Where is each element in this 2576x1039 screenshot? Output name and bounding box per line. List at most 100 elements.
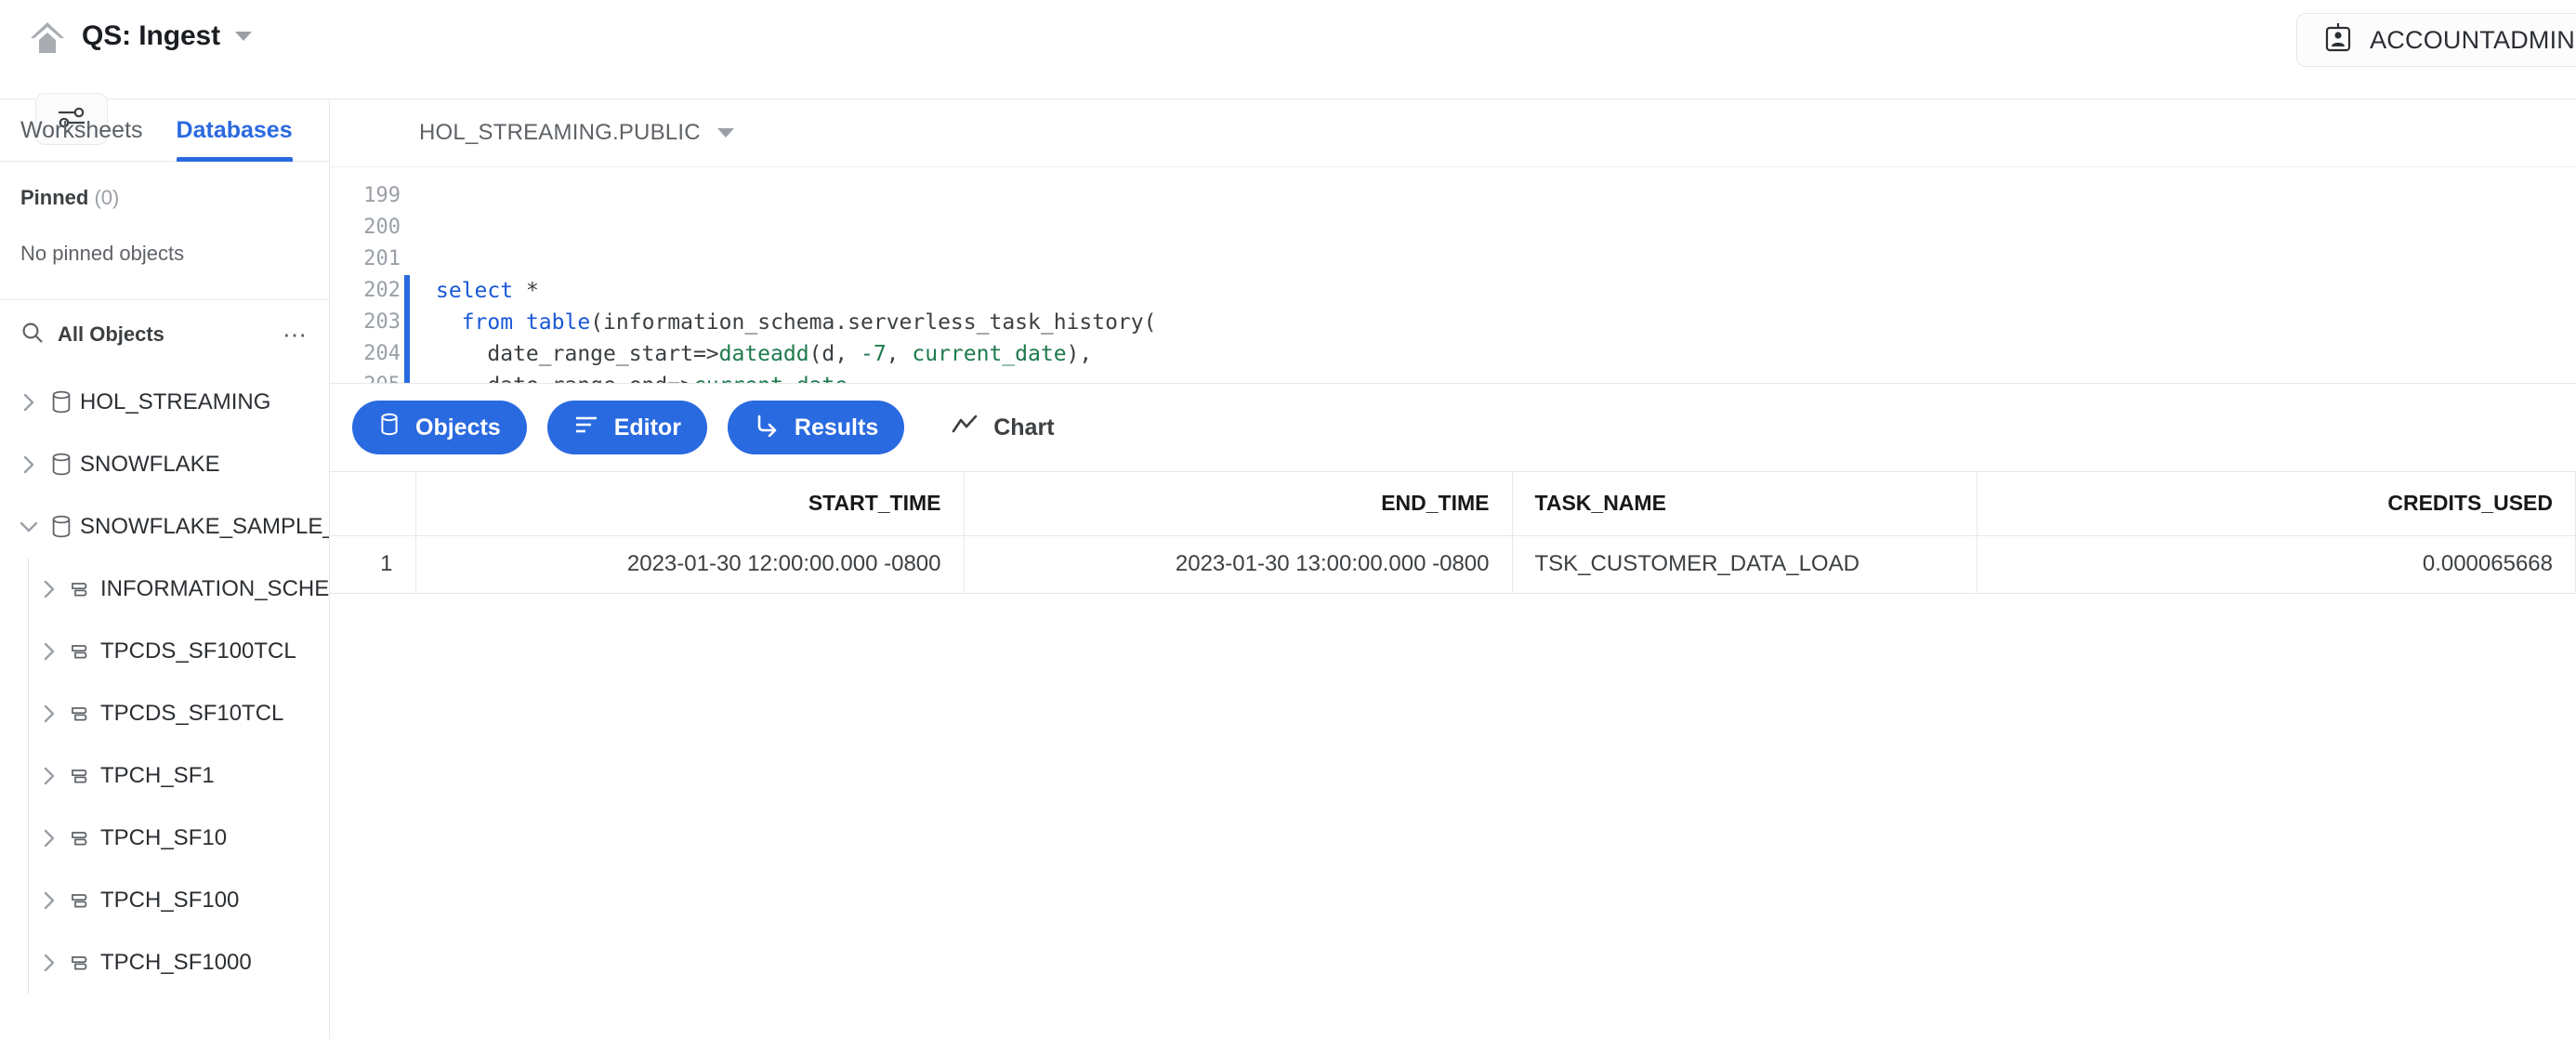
tree-item-snowflake-sample-data[interactable]: SNOWFLAKE_SAMPLE_DATA xyxy=(0,495,329,558)
tree-item-label: TPCDS_SF100TCL xyxy=(100,638,296,664)
tab-label: Objects xyxy=(415,414,501,441)
left-sidebar: Worksheets Databases Pinned (0) No pinne… xyxy=(0,99,330,1039)
chevron-down-icon xyxy=(235,32,252,41)
cell-task-name: TSK_CUSTOMER_DATA_LOAD xyxy=(1512,535,1977,593)
database-icon xyxy=(43,389,80,415)
tab-chart[interactable]: Chart xyxy=(925,401,1080,454)
chevron-right-icon[interactable] xyxy=(35,828,63,848)
tab-editor[interactable]: Editor xyxy=(547,401,707,454)
pinned-header: Pinned (0) xyxy=(20,186,309,210)
tab-objects[interactable]: Objects xyxy=(352,401,527,454)
line-number: 202 xyxy=(363,275,404,307)
tree-item-label: TPCH_SF1 xyxy=(100,763,215,789)
database-icon xyxy=(378,412,401,444)
user-badge-icon xyxy=(2323,22,2353,59)
chevron-down-icon xyxy=(717,128,734,138)
account-role-label: ACCOUNTADMIN xyxy=(2370,26,2575,55)
tree-item-label: TPCH_SF100 xyxy=(100,888,239,914)
code-line-date-range-start: date_range_start=>dateadd(d, -7, current… xyxy=(404,338,2576,370)
column-header-task-name[interactable]: TASK_NAME xyxy=(1512,472,1977,535)
chevron-right-icon[interactable] xyxy=(35,890,63,911)
tree-item-label: TPCH_SF1000 xyxy=(100,950,252,976)
line-number: 200 xyxy=(363,212,404,243)
line-number: 199 xyxy=(363,180,404,212)
chevron-right-icon[interactable] xyxy=(15,454,43,475)
schema-icon xyxy=(63,826,100,850)
table-row[interactable]: 1 2023-01-30 12:00:00.000 -0800 2023-01-… xyxy=(330,535,2576,593)
pinned-section: Pinned (0) No pinned objects xyxy=(0,162,329,300)
tree-item-label: TPCH_SF10 xyxy=(100,825,227,851)
sql-editor[interactable]: 199 200 201 202 203 204 205 206 207 208 … xyxy=(330,166,2576,383)
worksheet-title-dropdown[interactable]: QS: Ingest xyxy=(82,20,252,52)
snowflake-worksheet-app: QS: Ingest ACCOUNTADMIN xyxy=(0,0,2576,1039)
chevron-right-icon[interactable] xyxy=(15,392,43,413)
tree-item-tpcds-sf100tcl[interactable]: TPCDS_SF100TCL xyxy=(0,620,329,682)
chevron-right-icon[interactable] xyxy=(35,766,63,786)
home-icon xyxy=(27,18,68,61)
chevron-right-icon[interactable] xyxy=(35,704,63,724)
column-header-start-time[interactable]: START_TIME xyxy=(415,472,964,535)
tab-label: Results xyxy=(795,414,878,441)
schema-icon xyxy=(63,577,100,601)
more-horizontal-icon[interactable]: ⋯ xyxy=(283,322,309,347)
home-button[interactable] xyxy=(17,13,78,65)
tree-item-tpch-sf1[interactable]: TPCH_SF1 xyxy=(0,744,329,807)
line-number: 201 xyxy=(363,243,404,275)
code-line-date-range-end: date_range_end=>current_date, xyxy=(404,370,2576,383)
line-chart-icon xyxy=(951,414,979,442)
line-number: 203 xyxy=(363,307,404,338)
arrow-turn-icon xyxy=(754,413,780,443)
tree-item-tpch-sf1000[interactable]: TPCH_SF1000 xyxy=(0,931,329,993)
chevron-right-icon[interactable] xyxy=(35,579,63,599)
schema-icon xyxy=(63,702,100,726)
results-table: START_TIME END_TIME TASK_NAME CREDITS_US… xyxy=(330,472,2576,594)
all-objects-label: All Objects xyxy=(58,322,269,347)
tree-item-label: SNOWFLAKE_SAMPLE_DATA xyxy=(80,514,329,540)
pinned-count: (0) xyxy=(94,186,119,209)
context-label: HOL_STREAMING.PUBLIC xyxy=(419,120,701,146)
account-role-badge[interactable]: ACCOUNTADMIN xyxy=(2296,13,2576,67)
database-icon xyxy=(43,514,80,540)
tree-item-label: INFORMATION_SCHEMA xyxy=(100,576,329,602)
tree-item-label: SNOWFLAKE xyxy=(80,452,220,478)
all-objects-header[interactable]: All Objects ⋯ xyxy=(0,300,329,369)
tree-item-snowflake[interactable]: SNOWFLAKE xyxy=(0,433,329,495)
tab-databases[interactable]: Databases xyxy=(177,99,293,161)
database-icon xyxy=(43,452,80,478)
object-tree: HOL_STREAMING SNOWFLAKE xyxy=(0,369,329,1039)
table-header-row: START_TIME END_TIME TASK_NAME CREDITS_US… xyxy=(330,472,2576,535)
tree-item-tpch-sf10[interactable]: TPCH_SF10 xyxy=(0,807,329,869)
tree-item-tpcds-sf10tcl[interactable]: TPCDS_SF10TCL xyxy=(0,682,329,744)
tree-item-information-schema[interactable]: INFORMATION_SCHEMA xyxy=(0,558,329,620)
lines-icon xyxy=(573,414,599,442)
tree-item-tpch-sf100[interactable]: TPCH_SF100 xyxy=(0,869,329,931)
schema-icon xyxy=(63,764,100,788)
view-tab-strip: Objects Editor Results xyxy=(330,383,2576,472)
tab-worksheets[interactable]: Worksheets xyxy=(20,99,143,161)
tab-label: Chart xyxy=(993,414,1054,441)
chevron-down-icon[interactable] xyxy=(15,520,43,534)
app-body: Worksheets Databases Pinned (0) No pinne… xyxy=(0,99,2576,1039)
sidebar-tabs: Worksheets Databases xyxy=(0,99,329,162)
database-schema-selector[interactable]: HOL_STREAMING.PUBLIC xyxy=(419,120,734,146)
sql-code-area[interactable]: select * from table(information_schema.s… xyxy=(404,167,2576,383)
tree-item-label: HOL_STREAMING xyxy=(80,389,270,415)
cell-start-time: 2023-01-30 12:00:00.000 -0800 xyxy=(415,535,964,593)
tab-label: Editor xyxy=(614,414,681,441)
column-header-end-time[interactable]: END_TIME xyxy=(964,472,1512,535)
chevron-right-icon[interactable] xyxy=(35,953,63,973)
code-line xyxy=(404,180,2576,212)
cell-credits-used: 0.000065668 xyxy=(1977,535,2576,593)
row-index: 1 xyxy=(330,535,415,593)
schema-icon xyxy=(63,888,100,913)
page-title: QS: Ingest xyxy=(82,20,220,52)
tab-results[interactable]: Results xyxy=(728,401,904,454)
code-line-from: from table(information_schema.serverless… xyxy=(404,307,2576,338)
column-header-credits-used[interactable]: CREDITS_USED xyxy=(1977,472,2576,535)
code-line xyxy=(404,243,2576,275)
search-icon[interactable] xyxy=(20,321,45,349)
tree-item-hol-streaming[interactable]: HOL_STREAMING xyxy=(0,371,329,433)
line-number: 204 xyxy=(363,338,404,370)
chevron-right-icon[interactable] xyxy=(35,641,63,662)
schema-icon xyxy=(63,951,100,975)
